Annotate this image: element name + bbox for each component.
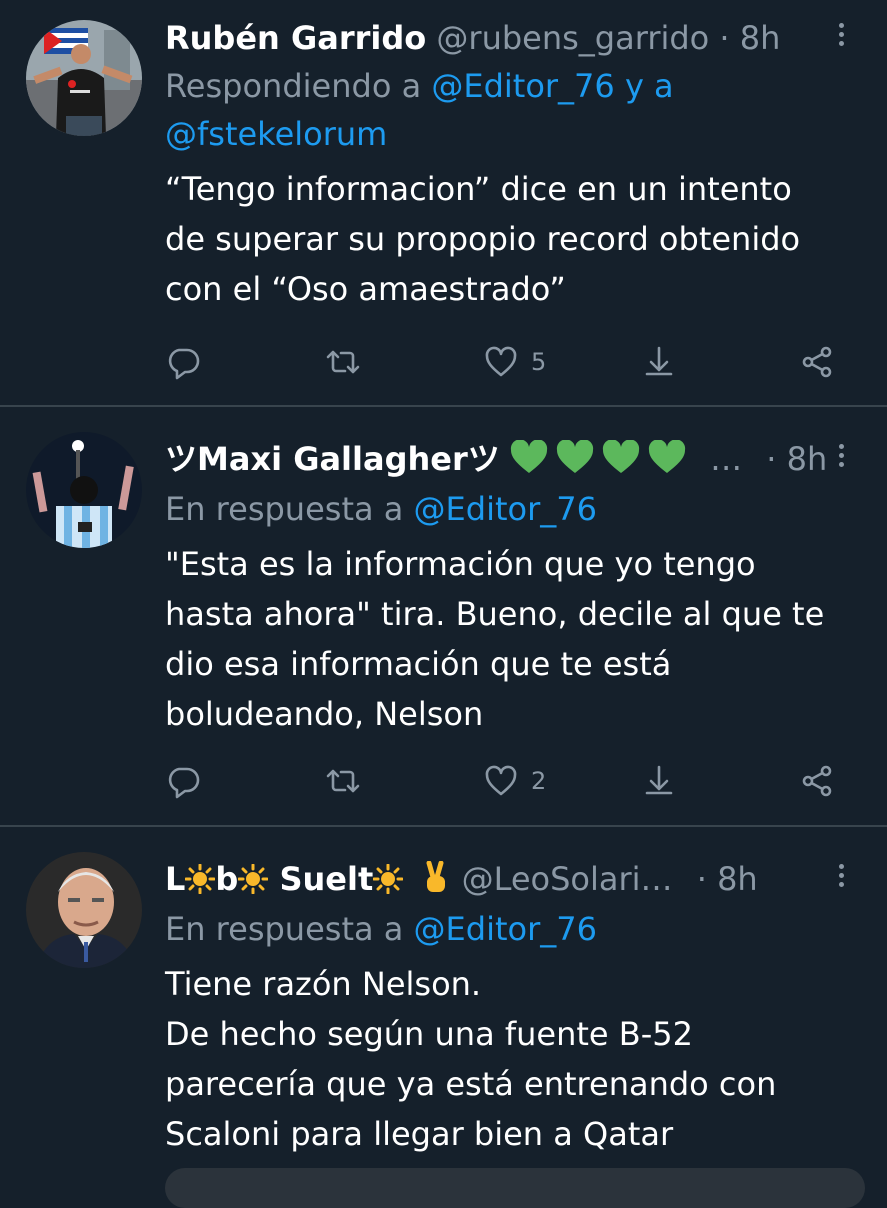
handle-ellipsis: … (710, 440, 743, 478)
tweet-text-line: Scaloni para llegar bien a Qatar (165, 1115, 674, 1153)
separator-dot: · (766, 440, 777, 478)
display-name[interactable]: Rubén Garrido (165, 19, 426, 57)
like-count: 2 (531, 767, 547, 795)
avatar[interactable] (26, 852, 142, 968)
like-button[interactable]: 2 (483, 761, 546, 801)
reply-button[interactable] (165, 761, 201, 801)
tweet-header: Rubén Garrido @rubens_garrido · 8h (165, 16, 865, 60)
tweet-text-line: De hecho según una fuente B-52 (165, 1015, 693, 1053)
separator-dot: · (696, 860, 707, 898)
green-heart-icon (556, 440, 594, 473)
sun-icon (238, 864, 269, 894)
tweet-text-line: hasta ahora" tira. Bueno, decile al que … (165, 595, 825, 633)
save-button[interactable] (641, 761, 677, 801)
sun-icon (373, 864, 404, 894)
tweet-text: Tiene razón Nelson. De hecho según una f… (165, 959, 865, 1159)
mention-link[interactable]: @Editor_76 (414, 910, 597, 948)
display-name-emoji (510, 440, 704, 478)
tweet[interactable]: Lb Suelt @LeoSolari… · 8h En respuesta a… (0, 827, 887, 1177)
tweet-text-line: "Esta es la información que yo tengo (165, 545, 756, 583)
download-share-icon (645, 346, 673, 376)
handle[interactable]: @LeoSolari… (462, 860, 673, 898)
share-button[interactable] (799, 342, 835, 382)
reply-prefix: En respuesta a (165, 910, 404, 948)
download-share-icon (645, 765, 673, 795)
media-preview[interactable] (165, 1168, 865, 1208)
like-icon (485, 346, 517, 377)
reply-prefix: En respuesta a (165, 490, 404, 528)
like-button[interactable]: 5 (483, 342, 546, 382)
mention-link[interactable]: @Editor_76 (414, 490, 597, 528)
sun-icon (185, 864, 216, 894)
mention-link[interactable]: @fstekelorum (165, 115, 387, 153)
tweet-feed: Rubén Garrido @rubens_garrido · 8h Respo… (0, 0, 887, 1208)
share-button[interactable] (799, 761, 835, 801)
separator-dot: · (719, 19, 730, 57)
reply-and-text[interactable]: y a (625, 67, 674, 105)
display-name-part: b (215, 860, 239, 898)
display-name[interactable]: ツMaxi Gallagherツ (165, 440, 500, 478)
victory-hand-icon (426, 861, 446, 892)
timestamp[interactable]: 8h (787, 440, 828, 478)
like-count: 5 (531, 348, 547, 376)
more-options-icon[interactable] (837, 20, 845, 50)
tweet-text-line: de superar su propopio record obtenido (165, 220, 801, 258)
tweet-text: "Esta es la información que yo tengo has… (165, 539, 865, 739)
tweet-header: Lb Suelt @LeoSolari… · 8h (165, 857, 865, 901)
avatar[interactable] (26, 20, 142, 136)
tweet-text-line: boludeando, Nelson (165, 695, 484, 733)
reply-icon (168, 348, 200, 380)
display-name-part: Suelt (268, 860, 374, 898)
save-button[interactable] (641, 342, 677, 382)
tweet-header: ツMaxi Gallagherツ … · 8h (165, 437, 865, 481)
timestamp[interactable]: 8h (717, 860, 758, 898)
tweet-text: “Tengo informacion” dice en un intento d… (165, 164, 865, 314)
reply-button[interactable] (165, 342, 201, 382)
reply-icon (168, 767, 200, 799)
timestamp[interactable]: 8h (740, 19, 781, 57)
share-icon (802, 346, 832, 378)
retweet-button[interactable] (325, 342, 361, 382)
tweet-text-line: “Tengo informacion” dice en un intento (165, 170, 792, 208)
tweet-text-line: dio esa información que te está (165, 645, 672, 683)
retweet-icon (326, 769, 360, 793)
retweet-icon (326, 350, 360, 374)
avatar[interactable] (26, 432, 142, 548)
reply-context: Respondiendo a @Editor_76 y a @fstekelor… (165, 62, 865, 158)
green-heart-icon (602, 440, 640, 473)
retweet-button[interactable] (325, 761, 361, 801)
share-icon (802, 765, 832, 797)
reply-context: En respuesta a @Editor_76 (165, 905, 865, 953)
like-icon (485, 765, 517, 796)
display-name-part: L (165, 860, 186, 898)
tweet-text-line: con el “Oso amaestrado” (165, 270, 566, 308)
display-name[interactable]: Lb Suelt (165, 860, 404, 898)
more-options-icon[interactable] (837, 861, 845, 891)
mention-link[interactable]: @Editor_76 (431, 67, 614, 105)
tweet-text-line: Tiene razón Nelson. (165, 965, 482, 1003)
reply-prefix: Respondiendo a (165, 67, 422, 105)
tweet-actions: 2 (165, 761, 845, 801)
reply-context: En respuesta a @Editor_76 (165, 485, 865, 533)
more-options-icon[interactable] (837, 441, 845, 471)
handle[interactable]: @rubens_garrido (436, 19, 709, 57)
tweet[interactable]: Rubén Garrido @rubens_garrido · 8h Respo… (0, 0, 887, 406)
green-heart-icon (648, 440, 686, 473)
green-heart-icon (510, 440, 548, 473)
tweet-actions: 5 (165, 342, 845, 382)
tweet[interactable]: ツMaxi Gallagherツ … · 8h En respuesta a @… (0, 407, 887, 825)
tweet-text-line: parecería que ya está entrenando con (165, 1065, 777, 1103)
